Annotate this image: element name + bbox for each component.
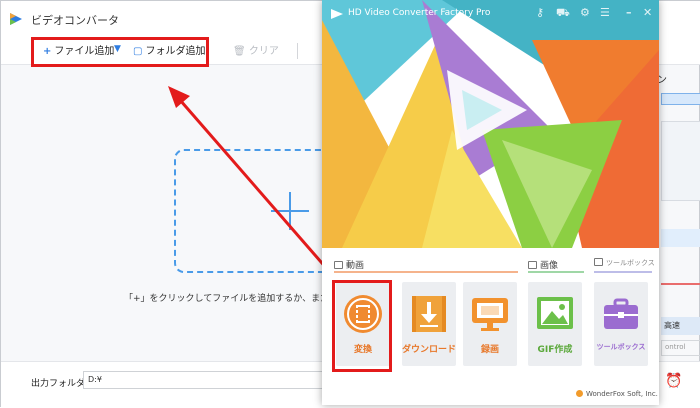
settings-row[interactable]: [661, 229, 700, 247]
toolbox-section-icon: [594, 258, 603, 266]
image-section-icon: [528, 261, 537, 269]
app-logo-icon: [331, 9, 343, 19]
output-folder-field[interactable]: D:¥: [83, 371, 323, 389]
toolbox-icon: [604, 298, 638, 329]
convert-highlight-box: [332, 280, 392, 372]
format-selector[interactable]: [661, 93, 700, 105]
speed-button[interactable]: 高速: [661, 317, 700, 335]
window-title: ビデオコンバータ: [31, 14, 119, 27]
window-title: HD Video Converter Factory Pro: [348, 8, 491, 18]
settings-slider[interactable]: [661, 263, 700, 285]
app-logo-icon: [10, 13, 22, 25]
download-label: ダウンロード: [402, 345, 457, 355]
cart-icon[interactable]: ⛟: [556, 6, 570, 21]
key-icon[interactable]: ⚷: [536, 6, 544, 19]
drop-hint-text: 「+」をクリックしてファイルを追加するか、またはフ: [124, 294, 348, 304]
section-tools-label: ツールボックス: [606, 259, 655, 267]
settings-panel: [661, 121, 700, 201]
gif-label: GIF作成: [537, 345, 573, 355]
clear-label: クリア: [248, 46, 279, 57]
section-video: 動画: [334, 258, 364, 271]
toolbox-tile[interactable]: ツールボックス: [594, 282, 648, 366]
trash-icon: 🗑: [233, 46, 249, 57]
alarm-clock-icon[interactable]: ⏰: [665, 373, 682, 389]
record-tile[interactable]: 録画: [463, 282, 517, 366]
video-section-icon: [334, 261, 343, 269]
hero-artwork: [322, 0, 659, 248]
section-tools: ツールボックス: [594, 258, 655, 268]
record-label: 録画: [480, 345, 499, 355]
section-video-underline: [334, 271, 518, 273]
toolbar-divider: [297, 43, 298, 59]
toolbar-highlight-box: [31, 37, 209, 67]
minimize-icon[interactable]: –: [626, 6, 632, 19]
section-video-label: 動画: [346, 261, 365, 271]
add-plus-icon-bar[interactable]: [271, 210, 309, 212]
brand-text: WonderFox Soft, Inc.: [586, 390, 658, 398]
gear-icon[interactable]: ⚙: [580, 6, 590, 19]
section-image-label: 画像: [540, 261, 559, 271]
menu-icon[interactable]: ☰: [600, 6, 610, 19]
close-icon[interactable]: ✕: [643, 6, 652, 19]
section-image-underline: [528, 271, 584, 273]
wonderfox-logo-icon: [576, 390, 583, 397]
section-image: 画像: [528, 258, 558, 271]
download-icon: [412, 296, 446, 332]
brand-footer: WonderFox Soft, Inc.: [576, 390, 658, 398]
section-tools-underline: [594, 271, 652, 273]
screen-record-icon: [472, 298, 508, 331]
control-button[interactable]: ontrol: [661, 340, 700, 356]
clear-button[interactable]: 🗑 クリア: [233, 42, 279, 57]
toolbox-label: ツールボックス: [596, 343, 646, 351]
gif-image-icon: [537, 297, 573, 329]
gif-tile[interactable]: GIF作成: [528, 282, 582, 366]
download-tile[interactable]: ダウンロード: [402, 282, 456, 366]
